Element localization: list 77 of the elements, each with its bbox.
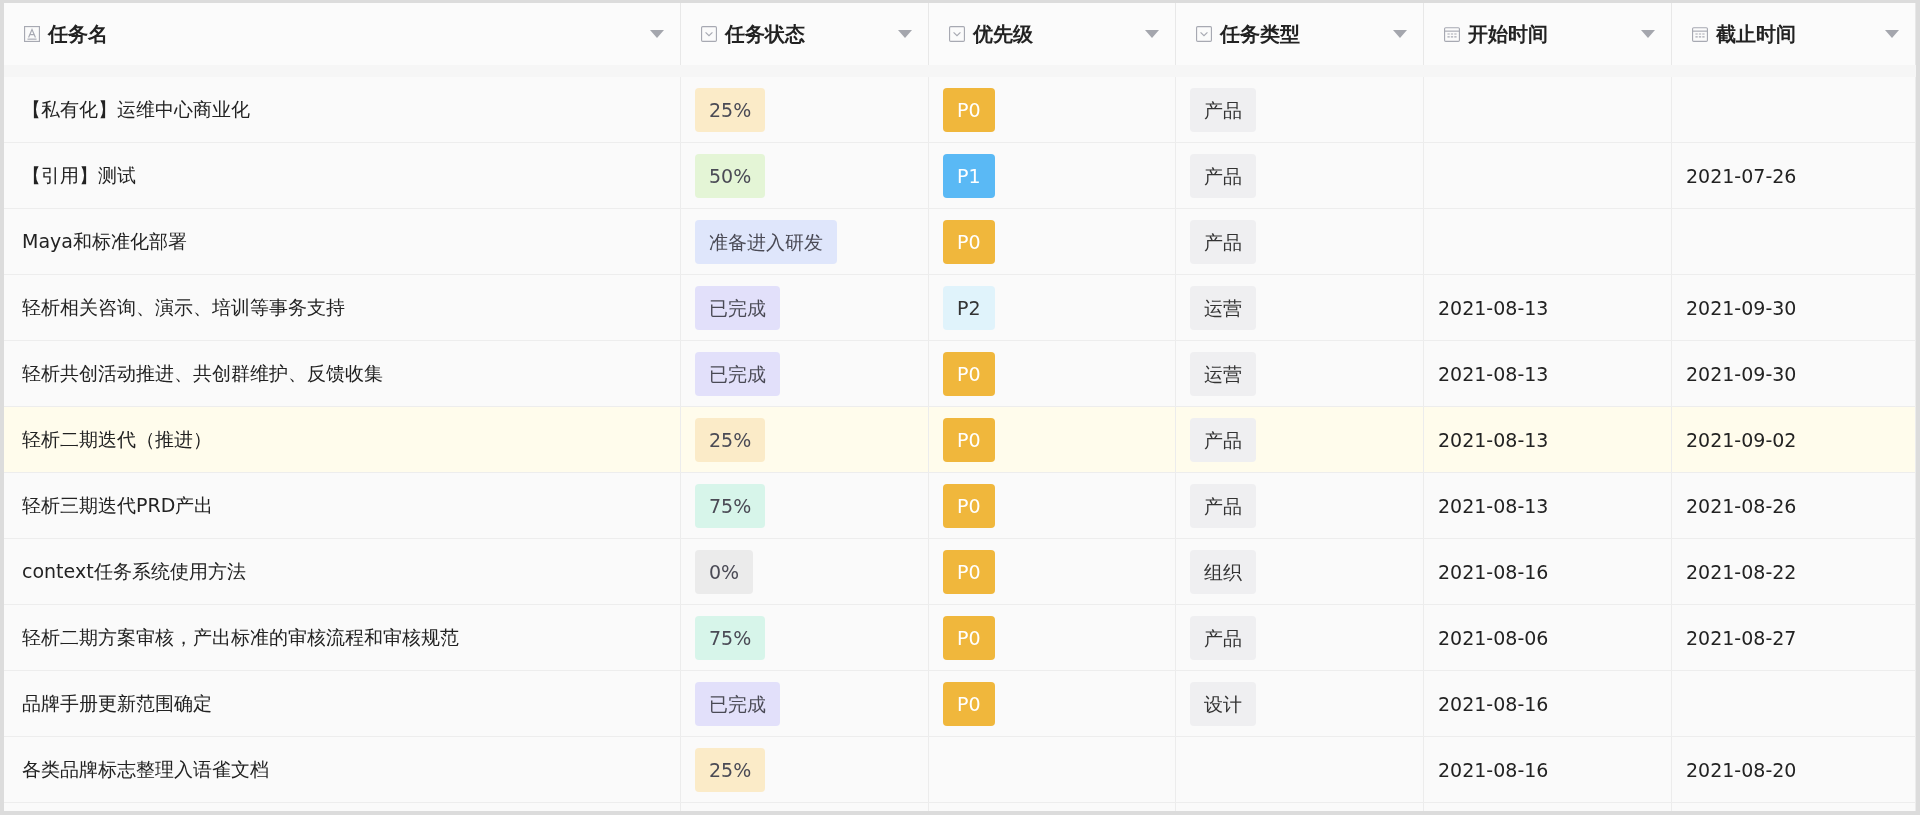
task-name: 各类品牌标志整理入语雀文档 [22, 756, 269, 782]
date-text: 2021-08-06 [1438, 626, 1549, 649]
status-tag: 准备进入研发 [695, 219, 837, 264]
task-name: 轻析二期迭代（推进） [22, 426, 212, 452]
column-header[interactable]: 任务名 [48, 20, 108, 48]
priority-tag: P0 [943, 417, 995, 462]
type-tag: 产品 [1190, 153, 1256, 198]
type-tag: 组织 [1190, 549, 1256, 594]
task-name: 品牌手册更新范围确定 [22, 690, 212, 716]
status-tag: 50% [695, 153, 766, 198]
caret-icon[interactable] [1641, 30, 1655, 38]
task-name: 【私有化】运维中心商业化 [22, 96, 250, 122]
caret-icon[interactable] [650, 30, 664, 38]
dropdown-field-icon [949, 26, 965, 42]
priority-tag: P2 [943, 285, 995, 330]
highlighted-row[interactable]: 轻析二期迭代（推进） 25% P0 产品 2021-08-13 2021-09-02 [4, 407, 1916, 473]
date-text: 2021-08-22 [1686, 560, 1797, 583]
status-tag: 已完成 [695, 285, 780, 330]
date-text: 2021-09-30 [1686, 296, 1797, 319]
date-text: 2021-08-20 [1686, 758, 1797, 781]
task-name: 【引用】测试 [22, 162, 136, 188]
type-tag: 产品 [1190, 219, 1256, 264]
date-text: 2021-08-27 [1686, 626, 1797, 649]
type-tag: 设计 [1190, 681, 1256, 726]
priority-tag: P1 [943, 153, 995, 198]
status-tag: 已完成 [695, 351, 780, 396]
priority-tag: P0 [943, 87, 995, 132]
status-tag: 25% [695, 87, 766, 132]
text-field-icon [24, 26, 40, 42]
status-tag: 25% [695, 417, 766, 462]
date-text: 2021-08-13 [1438, 428, 1549, 451]
date-text: 2021-08-16 [1438, 560, 1549, 583]
task-name: 轻析三期迭代PRD产出 [22, 492, 214, 518]
type-tag: 运营 [1190, 351, 1256, 396]
status-tag: 25% [695, 747, 766, 792]
status-tag: 已完成 [695, 681, 780, 726]
date-text: 2021-08-16 [1438, 758, 1549, 781]
type-tag: 产品 [1190, 483, 1256, 528]
task-name: Maya和标准化部署 [22, 228, 187, 254]
caret-icon[interactable] [898, 30, 912, 38]
priority-tag: P0 [943, 483, 995, 528]
column-header[interactable]: 开始时间 [1468, 20, 1548, 48]
priority-tag: P0 [943, 681, 995, 726]
dropdown-field-icon [1196, 26, 1212, 42]
column-header[interactable]: 任务状态 [725, 20, 805, 48]
date-text: 2021-09-30 [1686, 362, 1797, 385]
type-tag: 运营 [1190, 285, 1256, 330]
task-name: 轻析相关咨询、演示、培训等事务支持 [22, 294, 345, 320]
status-tag: 0% [695, 549, 754, 594]
date-text: 2021-08-16 [1438, 692, 1549, 715]
caret-icon[interactable] [1145, 30, 1159, 38]
date-text: 2021-08-13 [1438, 296, 1549, 319]
status-tag: 75% [695, 483, 766, 528]
caret-icon[interactable] [1393, 30, 1407, 38]
date-text: 2021-09-02 [1686, 428, 1797, 451]
date-text: 2021-08-26 [1686, 494, 1797, 517]
status-tag: 75% [695, 615, 766, 660]
dropdown-field-icon [701, 26, 717, 42]
priority-tag: P0 [943, 219, 995, 264]
column-header[interactable]: 优先级 [973, 20, 1033, 48]
calendar-icon [1444, 26, 1460, 42]
caret-icon[interactable] [1885, 30, 1899, 38]
date-text: 2021-08-13 [1438, 362, 1549, 385]
column-header[interactable]: 任务类型 [1220, 20, 1300, 48]
priority-tag: P0 [943, 351, 995, 396]
type-tag: 产品 [1190, 615, 1256, 660]
date-text: 2021-07-26 [1686, 164, 1797, 187]
calendar-icon [1692, 26, 1708, 42]
column-header[interactable]: 截止时间 [1716, 20, 1796, 48]
priority-tag: P0 [943, 549, 995, 594]
type-tag: 产品 [1190, 87, 1256, 132]
task-name: 轻析二期方案审核，产出标准的审核流程和审核规范 [22, 624, 459, 650]
priority-tag: P0 [943, 615, 995, 660]
date-text: 2021-08-13 [1438, 494, 1549, 517]
task-name: context任务系统使用方法 [22, 558, 246, 584]
task-name: 轻析共创活动推进、共创群维护、反馈收集 [22, 360, 383, 386]
type-tag: 产品 [1190, 417, 1256, 462]
